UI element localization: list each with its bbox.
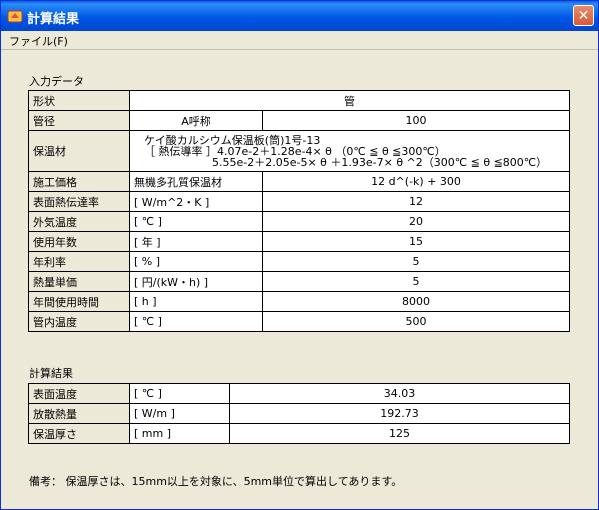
table-row: 使用年数 [ 年 ] 15 [28,231,570,252]
row-label: 形状 [28,90,130,111]
input-data-table: 形状 管 管径 A呼称 100 保温材 ケイ酸カルシウム保温板(筒)1号-13 … [28,90,570,332]
heat-price-unit: [ 円/(kW・h) ] [129,271,263,292]
close-button[interactable]: ✕ [573,5,594,26]
heat-transfer-value: 12 [262,191,570,212]
pipe-temp-value: 500 [262,311,570,332]
row-label: 外気温度 [28,211,130,232]
heat-price-value: 5 [262,271,570,292]
thickness-unit: [ mm ] [129,423,230,444]
ambient-unit: [ ℃ ] [129,211,263,232]
row-label: 保温厚さ [28,423,130,444]
result-window: 計算結果 ✕ ファイル(F) 入力データ 形状 管 管径 A呼称 100 保温材… [0,0,599,510]
row-label: 施工価格 [28,171,130,192]
row-label: 表面温度 [28,383,130,404]
table-row: 表面熱伝達率 [ W/m^2・K ] 12 [28,191,570,212]
interest-unit: [ % ] [129,251,263,272]
surface-temp-value: 34.03 [229,383,570,404]
row-label: 年間使用時間 [28,291,130,312]
result-table: 表面温度 [ ℃ ] 34.03 放散熱量 [ W/m ] 192.73 保温厚… [28,383,570,444]
heat-loss-value: 192.73 [229,403,570,424]
years-value: 15 [262,231,570,252]
row-label: 熱量単価 [28,271,130,292]
window-title: 計算結果 [27,12,80,27]
row-label: 保温材 [28,130,130,172]
ambient-value: 20 [262,211,570,232]
row-label: 年利率 [28,251,130,272]
thickness-value: 125 [229,423,570,444]
heat-loss-unit: [ W/m ] [129,403,230,424]
conductivity-formula-2: 5.55e-2＋2.05e-5× θ ＋1.93e-7× θ ^2（300℃ ≦… [212,155,548,169]
menu-file[interactable]: ファイル(F) [9,33,68,49]
surface-temp-unit: [ ℃ ] [129,383,230,404]
table-row: 管径 A呼称 100 [28,110,570,131]
conductivity-formula-1: ［ 熱伝導率 ］4.07e-2＋1.28e-4× θ （0℃ ≦ θ ≦300℃… [144,144,446,158]
insulation-value: ケイ酸カルシウム保温板(筒)1号-13 ［ 熱伝導率 ］4.07e-2＋1.28… [129,130,570,172]
table-row: 保温材 ケイ酸カルシウム保温板(筒)1号-13 ［ 熱伝導率 ］4.07e-2＋… [28,130,570,172]
pipe-temp-unit: [ ℃ ] [129,311,263,332]
table-row: 年間使用時間 [ h ] 8000 [28,291,570,312]
remarks-note: 備考： 保温厚さは、15mm以上を対象に、5mm単位で算出してあります。 [29,475,403,488]
shape-value: 管 [129,90,570,111]
table-row: 施工価格 無機多孔質保温材 12 d^(-k) + 300 [28,171,570,192]
row-label: 管内温度 [28,311,130,332]
table-row: 管内温度 [ ℃ ] 500 [28,311,570,332]
table-row: 表面温度 [ ℃ ] 34.03 [28,383,570,404]
app-icon [7,10,23,23]
hours-value: 8000 [262,291,570,312]
heat-transfer-unit: [ W/m^2・K ] [129,191,263,212]
table-row: 外気温度 [ ℃ ] 20 [28,211,570,232]
table-row: 保温厚さ [ mm ] 125 [28,423,570,444]
row-label: 使用年数 [28,231,130,252]
input-section-label: 入力データ [29,75,84,88]
table-row: 放散熱量 [ W/m ] 192.73 [28,403,570,424]
row-label: 放散熱量 [28,403,130,424]
cost-unit: 無機多孔質保温材 [129,171,263,192]
row-label: 管径 [28,110,130,131]
table-row: 年利率 [ % ] 5 [28,251,570,272]
menu-bar: ファイル(F) [1,31,598,50]
table-row: 熱量単価 [ 円/(kW・h) ] 5 [28,271,570,292]
title-bar[interactable]: 計算結果 ✕ [1,1,598,31]
cost-value: 12 d^(-k) + 300 [262,171,570,192]
years-unit: [ 年 ] [129,231,263,252]
table-row: 形状 管 [28,90,570,111]
interest-value: 5 [262,251,570,272]
diameter-unit: A呼称 [129,110,263,131]
result-section-label: 計算結果 [29,367,73,380]
insulation-name: ケイ酸カルシウム保温板(筒)1号-13 [144,133,321,147]
diameter-value: 100 [262,110,570,131]
hours-unit: [ h ] [129,291,263,312]
row-label: 表面熱伝達率 [28,191,130,212]
